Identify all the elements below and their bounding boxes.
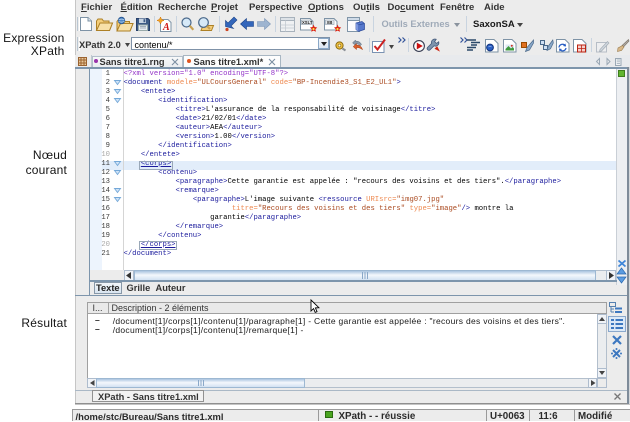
svg-text:XB: XB xyxy=(326,19,332,24)
svg-text:XSLT: XSLT xyxy=(302,19,313,24)
svg-text:A: A xyxy=(162,22,170,33)
